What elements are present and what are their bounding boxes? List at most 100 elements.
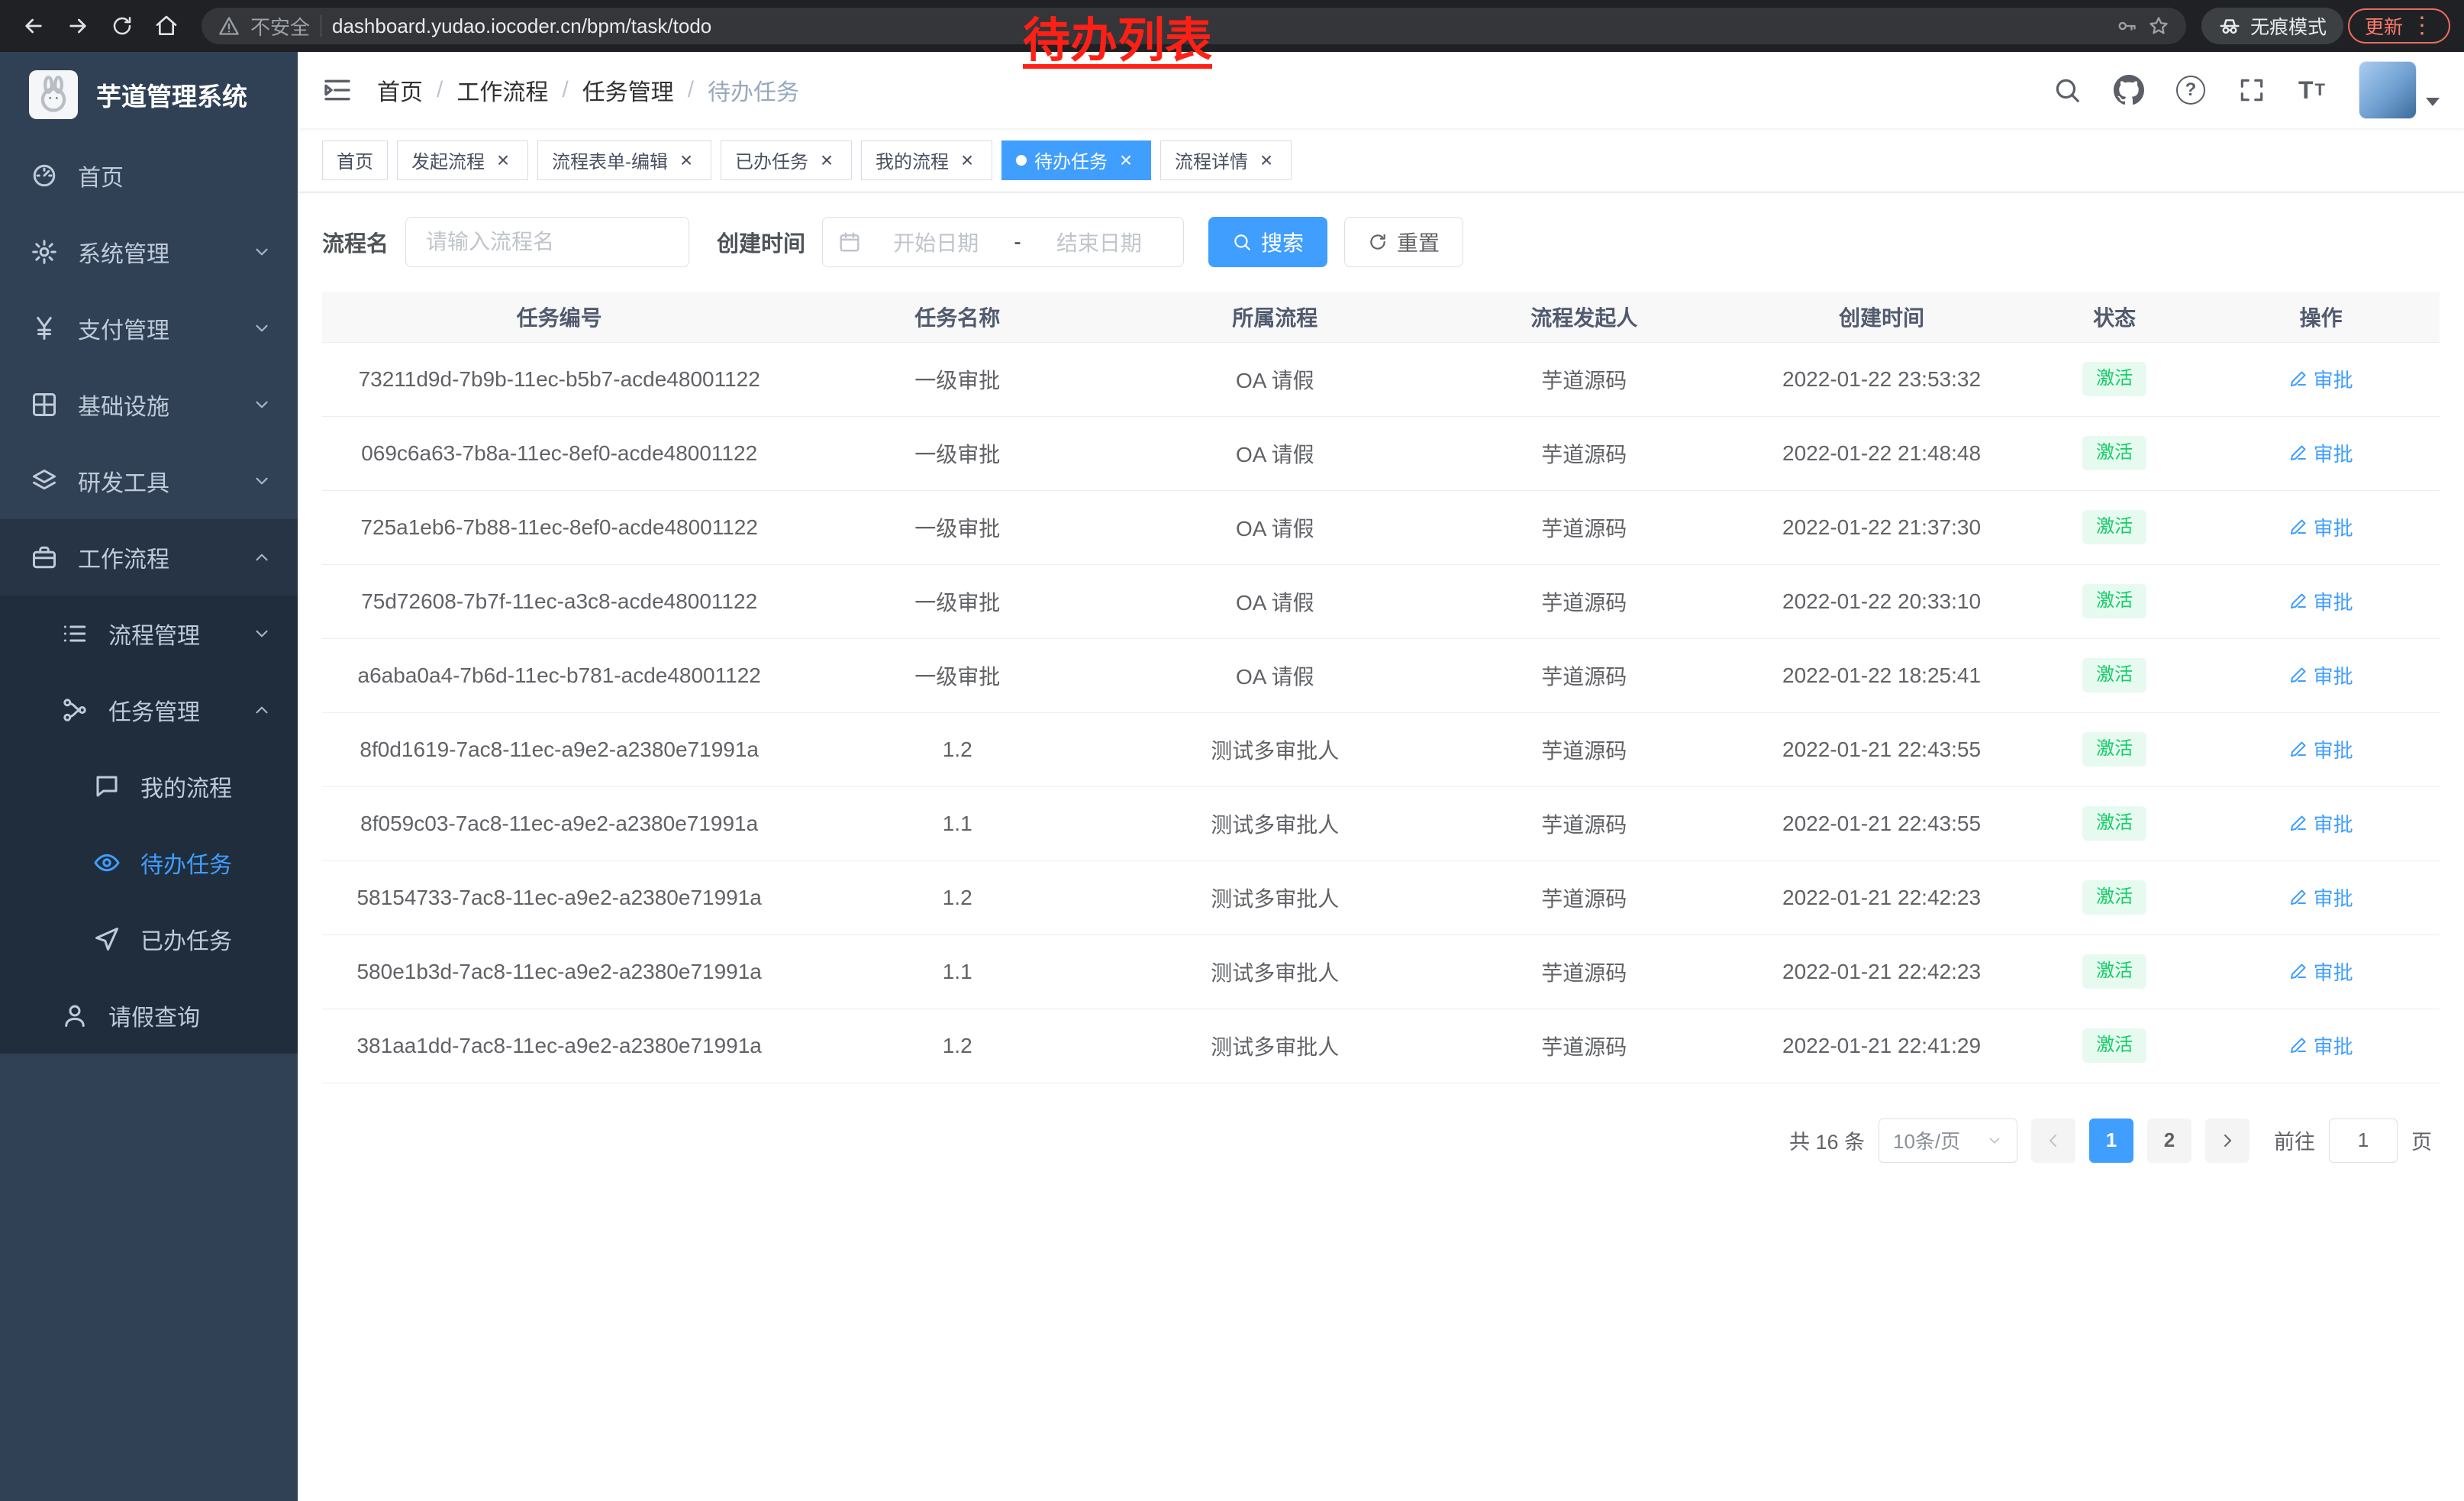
- tab-流程详情[interactable]: 流程详情×: [1160, 140, 1292, 180]
- github-icon[interactable]: [2114, 75, 2144, 105]
- approve-link[interactable]: 审批: [2289, 1031, 2353, 1060]
- app-logo-row[interactable]: 芋道管理系统: [0, 52, 298, 137]
- sidebar-item-task-management[interactable]: 任务管理: [0, 672, 298, 748]
- sidebar-item-infrastructure[interactable]: 基础设施: [0, 366, 298, 443]
- approve-link[interactable]: 审批: [2289, 661, 2353, 689]
- date-range-picker[interactable]: 开始日期 - 结束日期: [822, 217, 1184, 267]
- approve-link[interactable]: 审批: [2289, 957, 2353, 986]
- sidebar-collapse-icon[interactable]: [322, 75, 353, 105]
- status-badge: 激活: [2082, 510, 2146, 544]
- edit-icon: [2289, 592, 2308, 610]
- sidebar-item-leave-query[interactable]: 请假查询: [0, 977, 298, 1054]
- browser-menu-icon[interactable]: ⋮: [2411, 15, 2433, 37]
- end-date-placeholder[interactable]: 结束日期: [1030, 227, 1168, 257]
- approve-link[interactable]: 审批: [2289, 587, 2353, 615]
- tab-close-icon[interactable]: ×: [1256, 150, 1277, 171]
- breadcrumb-item: 待办任务: [708, 73, 799, 107]
- search-icon[interactable]: [2053, 76, 2082, 105]
- incognito-label: 无痕模式: [2250, 12, 2327, 40]
- sidebar-item-label: 首页: [78, 159, 124, 192]
- process-name-input[interactable]: [405, 217, 689, 267]
- sidebar-item-todo-tasks[interactable]: 待办任务: [0, 825, 298, 901]
- cell-initiator: 芋道源码: [1432, 416, 1737, 490]
- approve-link[interactable]: 审批: [2289, 809, 2353, 838]
- table-row: 73211d9d-7b9b-11ec-b5b7-acde48001122 一级审…: [322, 342, 2440, 416]
- approve-link[interactable]: 审批: [2289, 735, 2353, 763]
- tab-close-icon[interactable]: ×: [1115, 150, 1137, 171]
- cell-task-name: 1.2: [796, 860, 1118, 934]
- tab-close-icon[interactable]: ×: [492, 150, 514, 171]
- tab-close-icon[interactable]: ×: [816, 150, 837, 171]
- browser-forward-button[interactable]: [58, 6, 98, 46]
- reset-button[interactable]: 重置: [1344, 217, 1463, 267]
- filter-bar: 流程名 创建时间 开始日期 - 结束日期 搜索 重置: [298, 192, 2464, 275]
- sidebar-item-process-management[interactable]: 流程管理: [0, 596, 298, 672]
- start-date-placeholder[interactable]: 开始日期: [867, 227, 1005, 257]
- app-logo: [29, 70, 78, 119]
- page-button-2[interactable]: 2: [2147, 1118, 2191, 1163]
- next-page-button[interactable]: [2205, 1118, 2250, 1163]
- goto-page-input[interactable]: [2329, 1118, 2398, 1163]
- sidebar-item-system-management[interactable]: 系统管理: [0, 214, 298, 290]
- cell-initiator: 芋道源码: [1432, 638, 1737, 712]
- total-count: 共 16 条: [1789, 1125, 1865, 1155]
- page-size-select[interactable]: 10条/页: [1879, 1118, 2017, 1163]
- table-row: a6aba0a4-7b6d-11ec-b781-acde48001122 一级审…: [322, 638, 2440, 712]
- avatar[interactable]: [2359, 61, 2417, 119]
- tab-已办任务[interactable]: 已办任务×: [721, 140, 852, 180]
- browser-update-button[interactable]: 更新 ⋮: [2348, 8, 2450, 44]
- approve-link[interactable]: 审批: [2289, 439, 2353, 467]
- sidebar-item-label: 支付管理: [78, 311, 169, 345]
- approve-link[interactable]: 审批: [2289, 513, 2353, 541]
- browser-reload-button[interactable]: [102, 6, 142, 46]
- breadcrumb-item[interactable]: 任务管理: [582, 73, 674, 107]
- tab-首页[interactable]: 首页×: [322, 140, 388, 180]
- sidebar-item-workflow[interactable]: 工作流程: [0, 519, 298, 596]
- approve-link[interactable]: 审批: [2289, 365, 2353, 393]
- user-menu[interactable]: [2359, 61, 2440, 119]
- status-badge: 激活: [2082, 584, 2146, 618]
- browser-home-button[interactable]: [147, 6, 186, 46]
- cell-process: OA 请假: [1118, 342, 1432, 416]
- tab-label: 流程表单-编辑: [552, 147, 668, 173]
- status-badge: 激活: [2082, 658, 2146, 692]
- status-badge: 激活: [2082, 362, 2146, 395]
- cell-task-name: 一级审批: [796, 342, 1118, 416]
- help-icon[interactable]: ?: [2176, 76, 2205, 105]
- cell-task-id: 8f059c03-7ac8-11ec-a9e2-a2380e71991a: [322, 786, 796, 860]
- approve-link[interactable]: 审批: [2289, 883, 2353, 912]
- sidebar-item-done-tasks[interactable]: 已办任务: [0, 901, 298, 977]
- tab-待办任务[interactable]: 待办任务 ×: [1001, 140, 1151, 180]
- browser-back-button[interactable]: [14, 6, 53, 46]
- font-size-icon[interactable]: TT: [2298, 76, 2327, 105]
- breadcrumb-separator: /: [437, 77, 443, 103]
- cell-created: 2022-01-22 21:37:30: [1737, 490, 2027, 564]
- sidebar-item-my-processes[interactable]: 我的流程: [0, 748, 298, 825]
- url-text[interactable]: dashboard.yudao.iocoder.cn/bpm/task/todo: [332, 15, 711, 38]
- sidebar-item-dev-tools[interactable]: 研发工具: [0, 443, 298, 519]
- breadcrumb-item[interactable]: 工作流程: [456, 73, 548, 107]
- send-icon: [93, 925, 121, 953]
- cell-process: OA 请假: [1118, 490, 1432, 564]
- sidebar-item-home[interactable]: 首页: [0, 137, 298, 214]
- tab-流程表单-编辑[interactable]: 流程表单-编辑 ×: [537, 140, 711, 180]
- chevron-up-icon: [252, 547, 272, 567]
- bookmark-star-icon[interactable]: [2148, 15, 2169, 37]
- tab-close-icon[interactable]: ×: [676, 150, 697, 171]
- tab-close-icon[interactable]: ×: [956, 150, 978, 171]
- search-button[interactable]: 搜索: [1208, 217, 1327, 267]
- tab-我的流程[interactable]: 我的流程×: [861, 140, 992, 180]
- prev-page-button[interactable]: [2031, 1118, 2075, 1163]
- tab-发起流程[interactable]: 发起流程×: [397, 140, 528, 180]
- security-warning-icon[interactable]: [218, 15, 240, 37]
- security-label[interactable]: 不安全: [250, 12, 310, 40]
- tab-label: 待办任务: [1034, 147, 1108, 173]
- incognito-badge: 无痕模式: [2201, 8, 2343, 44]
- chevron-down-icon: [252, 318, 272, 338]
- password-key-icon[interactable]: [2116, 15, 2137, 37]
- breadcrumb-item[interactable]: 首页: [377, 73, 423, 107]
- address-bar[interactable]: 不安全 dashboard.yudao.iocoder.cn/bpm/task/…: [202, 8, 2186, 44]
- fullscreen-icon[interactable]: [2237, 76, 2266, 105]
- page-button-1[interactable]: 1: [2089, 1118, 2133, 1163]
- sidebar-item-payment-management[interactable]: 支付管理: [0, 290, 298, 366]
